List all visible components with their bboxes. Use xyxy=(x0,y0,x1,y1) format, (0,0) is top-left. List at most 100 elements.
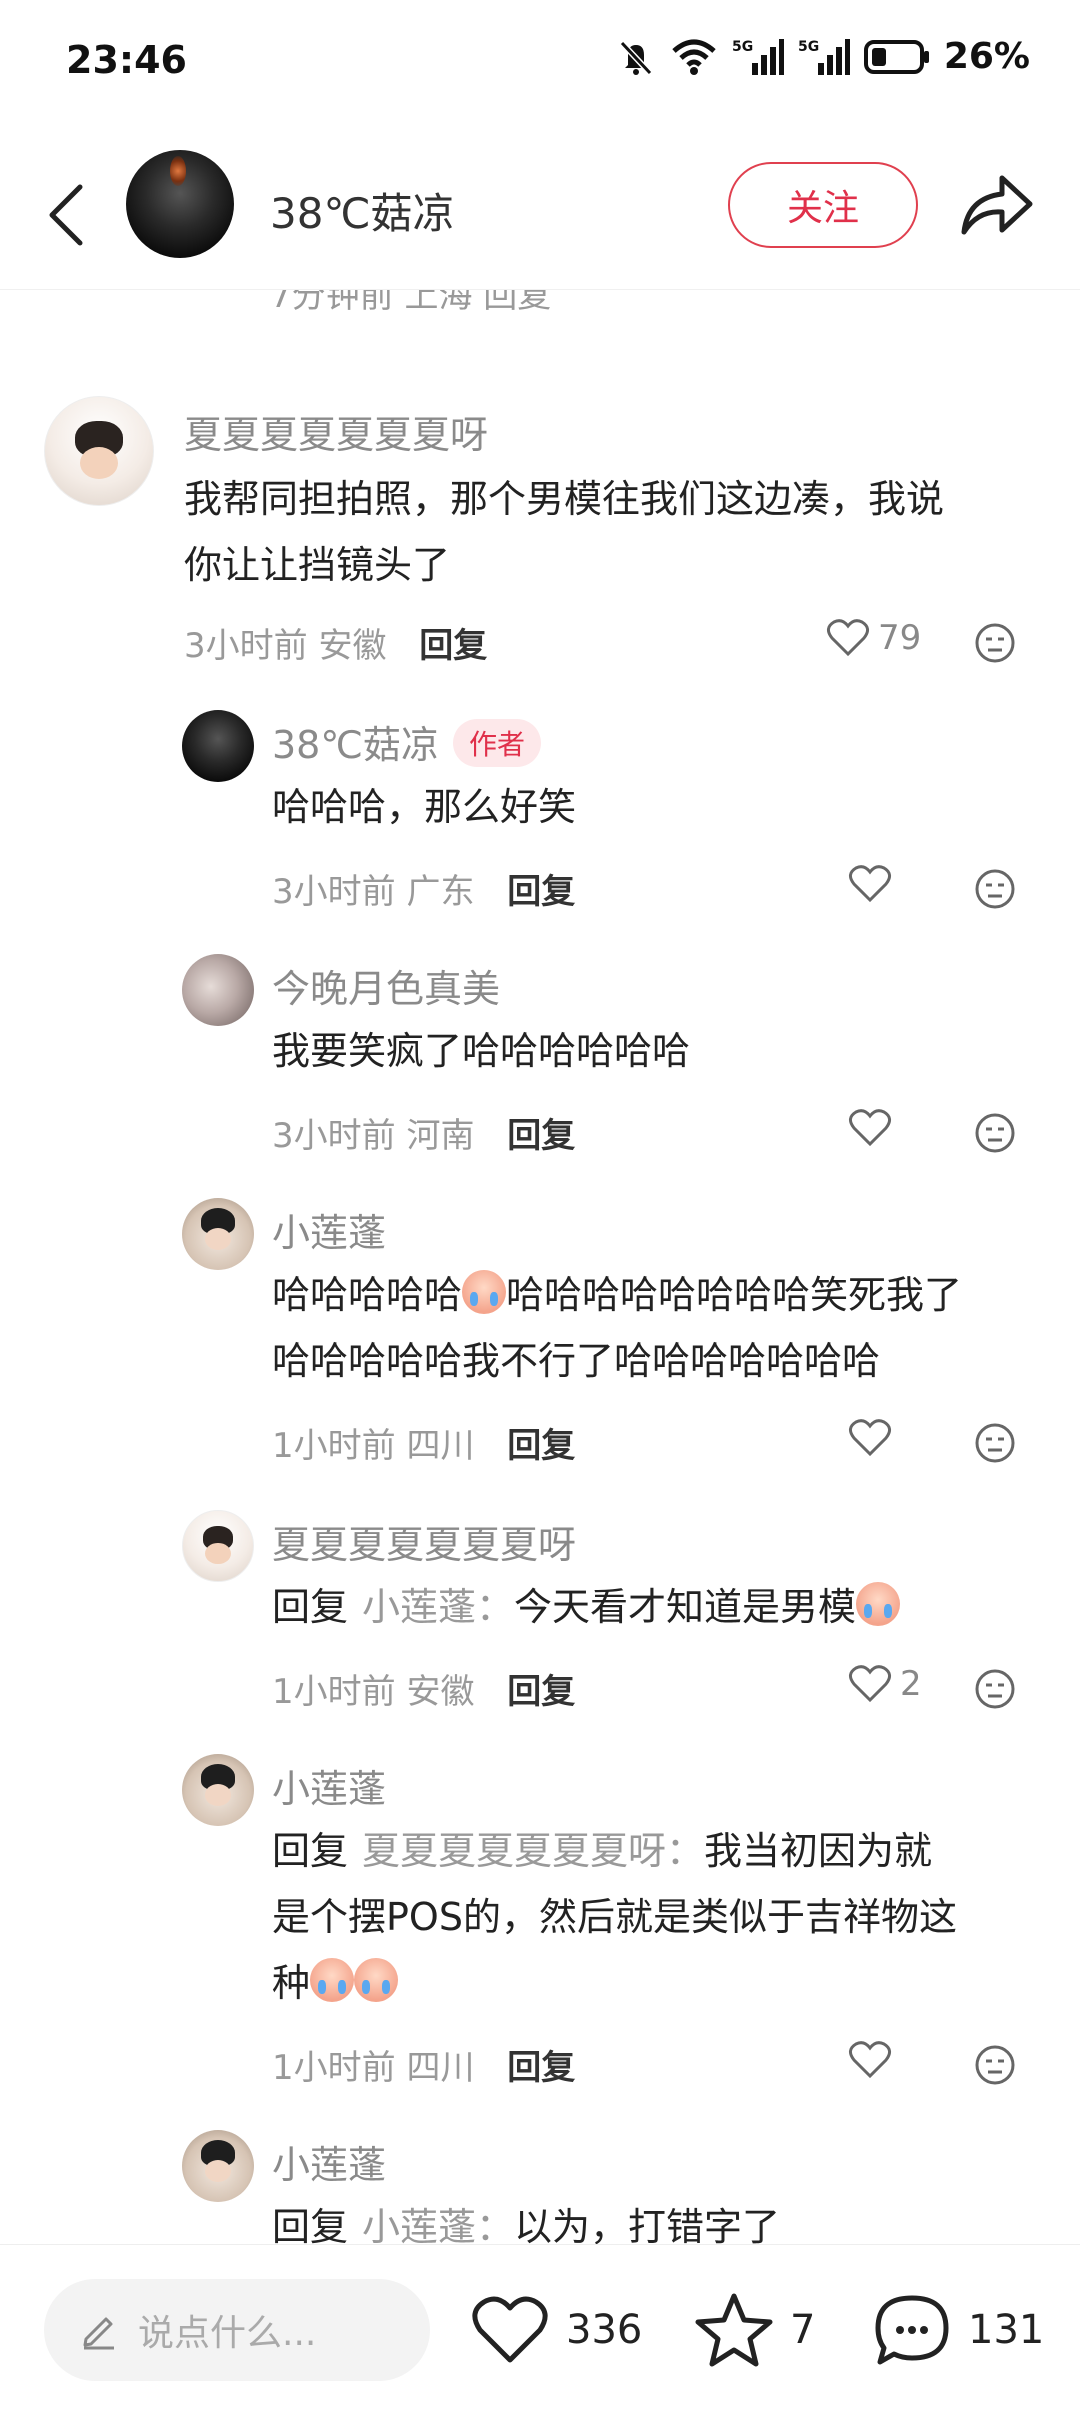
like-count: 79 xyxy=(878,618,922,658)
heart-icon xyxy=(849,1419,891,1457)
dislike-icon[interactable] xyxy=(974,1668,1016,1710)
like-button[interactable]: 2 xyxy=(848,1664,922,1704)
avatar[interactable] xyxy=(44,396,154,506)
comment-meta: 3小时前 安徽 回复 xyxy=(184,618,487,667)
like-button[interactable] xyxy=(848,2040,892,2080)
like-button[interactable] xyxy=(848,864,892,904)
dislike-icon[interactable] xyxy=(974,1422,1016,1464)
avatar[interactable] xyxy=(182,1510,254,1582)
share-icon xyxy=(961,175,1033,235)
reply-button[interactable]: 回复 xyxy=(507,1426,575,1466)
battery-percent: 26% xyxy=(943,36,1030,77)
post-like-count: 336 xyxy=(566,2307,643,2353)
comment-text-line: 哈哈哈哈哈我不行了哈哈哈哈哈哈哈 xyxy=(272,1339,881,1383)
comment-text[interactable]: 回复 夏夏夏夏夏夏夏呀：我当初因为就 是个摆POS的，然后就是类似于吉祥物这 种 xyxy=(272,1818,957,2016)
comment-input[interactable]: 说点什么... xyxy=(44,2279,430,2381)
svg-text:5G: 5G xyxy=(798,39,819,55)
crying-emoji-icon xyxy=(462,1270,507,1314)
star-icon xyxy=(695,2293,773,2367)
comment-username[interactable]: 小莲蓬 xyxy=(272,1202,386,1257)
status-time: 23:46 xyxy=(66,38,187,82)
comment-text-line: 你让让挡镜头了 xyxy=(184,543,451,587)
comment-text[interactable]: 哈哈哈，那么好笑 xyxy=(272,774,576,840)
like-button[interactable]: 79 xyxy=(826,618,921,658)
comment-time: 1小时前 xyxy=(272,1672,396,1712)
avatar[interactable] xyxy=(182,710,254,782)
comment-input-placeholder: 说点什么... xyxy=(138,2313,317,2354)
comment-text[interactable]: 回复 小莲蓬：今天看才知道是男模 xyxy=(272,1574,901,1640)
mute-icon xyxy=(619,40,653,75)
reply-button[interactable]: 回复 xyxy=(419,626,487,666)
dislike-icon[interactable] xyxy=(974,622,1016,664)
status-bar: 23:46 5G 5G 26% xyxy=(0,0,1080,120)
comment-text[interactable]: 我要笑疯了哈哈哈哈哈哈 xyxy=(272,1018,690,1084)
comment-count: 131 xyxy=(968,2307,1045,2353)
comment-time: 1小时前 xyxy=(272,2048,396,2088)
svg-text:5G: 5G xyxy=(732,39,753,55)
author-avatar[interactable] xyxy=(126,150,234,258)
reply-target-user[interactable]: 小莲蓬： xyxy=(362,2205,514,2249)
comment-meta: 1小时前 安徽 回复 xyxy=(272,1664,575,1713)
favorite-count: 7 xyxy=(790,2307,816,2353)
comment-time: 3小时前 xyxy=(184,626,308,666)
favorite-button[interactable]: 7 xyxy=(694,2285,815,2375)
wifi-icon xyxy=(672,39,716,75)
comment-username[interactable]: 今晚月色真美 xyxy=(272,958,500,1013)
comment-username[interactable]: 夏夏夏夏夏夏夏呀 xyxy=(272,1514,576,1569)
avatar[interactable] xyxy=(182,1754,254,1826)
avatar[interactable] xyxy=(182,2130,254,2202)
reply-button[interactable]: 回复 xyxy=(507,1116,575,1156)
reply-target-user[interactable]: 小莲蓬： xyxy=(362,1585,514,1629)
comment-meta: 1小时前 四川 回复 xyxy=(272,1418,575,1467)
comment-meta: 1小时前 四川 回复 xyxy=(272,2040,575,2089)
author-name[interactable]: 38℃菇凉 xyxy=(270,180,455,241)
comment-location: 广东 xyxy=(406,872,475,912)
reply-target-user[interactable]: 夏夏夏夏夏夏夏呀： xyxy=(362,1829,704,1873)
dislike-icon[interactable] xyxy=(974,868,1016,910)
dislike-icon[interactable] xyxy=(974,1112,1016,1154)
comment-location: 四川 xyxy=(406,2048,475,2088)
comment-text[interactable]: 哈哈哈哈哈 哈哈哈哈哈哈哈哈笑死我了 哈哈哈哈哈我不行了哈哈哈哈哈哈哈 xyxy=(272,1262,962,1394)
heart-icon xyxy=(849,1109,891,1147)
dislike-icon[interactable] xyxy=(974,2044,1016,2086)
reply-button[interactable]: 回复 xyxy=(507,2048,575,2088)
heart-icon xyxy=(849,865,891,903)
comment-text-line: 哈哈哈哈哈 哈哈哈哈哈哈哈哈笑死我了 xyxy=(272,1262,962,1328)
comment-location: 四川 xyxy=(406,1426,475,1466)
comment-bubble-icon xyxy=(875,2295,949,2365)
like-button[interactable] xyxy=(848,1418,892,1458)
comment-time: 1小时前 xyxy=(272,1426,396,1466)
comment-time: 3小时前 xyxy=(272,872,396,912)
heart-icon xyxy=(849,2041,891,2079)
like-post-button[interactable]: 336 xyxy=(470,2285,642,2375)
reply-button[interactable]: 回复 xyxy=(507,1672,575,1712)
battery-icon xyxy=(863,39,929,74)
avatar[interactable] xyxy=(182,954,254,1026)
share-button[interactable] xyxy=(956,170,1036,240)
comment-text[interactable]: 我帮同担拍照，那个男模往我们这边凑，我说 你让让挡镜头了 xyxy=(184,466,944,598)
comment-username[interactable]: 夏夏夏夏夏夏夏呀 xyxy=(184,404,488,459)
heart-icon xyxy=(849,1665,891,1703)
follow-button[interactable]: 关注 xyxy=(728,162,918,248)
comments-button[interactable]: 131 xyxy=(872,2285,1044,2375)
comment-location: 河南 xyxy=(406,1116,475,1156)
reply-button[interactable]: 回复 xyxy=(507,872,575,912)
comment-username[interactable]: 38℃菇凉 作者 xyxy=(272,714,542,769)
like-button[interactable] xyxy=(848,1108,892,1148)
crying-emoji-icon xyxy=(354,1958,399,2002)
like-count: 2 xyxy=(900,1664,922,1704)
comment-text-line: 回复 夏夏夏夏夏夏夏呀：我当初因为就 xyxy=(272,1829,933,1873)
comment-username[interactable]: 小莲蓬 xyxy=(272,2134,386,2189)
comment-meta: 3小时前 广东 回复 xyxy=(272,864,575,913)
signal-5g-icon: 5G xyxy=(732,38,784,75)
comment-username[interactable]: 小莲蓬 xyxy=(272,1758,386,1813)
signal-5g-icon-2: 5G xyxy=(798,38,850,75)
chevron-left-icon xyxy=(49,184,83,246)
back-button[interactable] xyxy=(36,170,96,260)
author-badge: 作者 xyxy=(453,719,542,767)
crying-emoji-icon xyxy=(856,1582,901,1626)
heart-icon xyxy=(827,619,869,657)
avatar[interactable] xyxy=(182,1198,254,1270)
status-icons: 5G 5G 26% xyxy=(616,36,1030,77)
comment-location: 安徽 xyxy=(406,1672,475,1712)
